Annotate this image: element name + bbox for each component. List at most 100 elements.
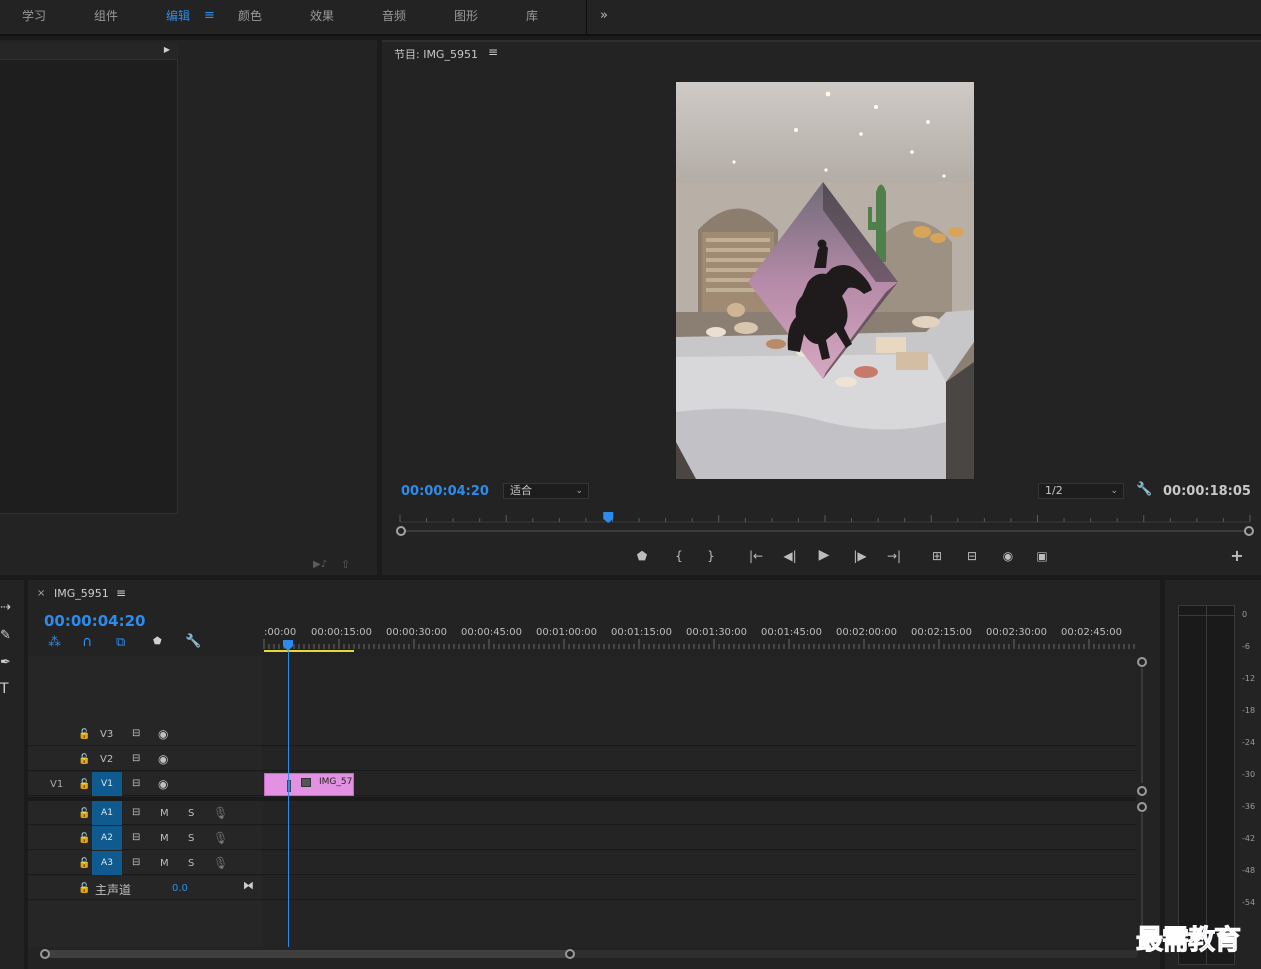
track-lane-v1[interactable] [262,772,1136,796]
mute-button[interactable]: M [160,808,169,819]
go-to-in-icon[interactable]: |← [747,547,765,565]
camera-icon[interactable]: ◉ [999,547,1017,565]
track-lane-v3[interactable] [262,722,1136,746]
track-name-a3[interactable]: A3 [92,851,122,875]
double-chevron-right-icon[interactable]: » [600,0,608,34]
horizontal-scrollbar-thumb[interactable] [46,950,572,958]
mute-button[interactable]: M [160,833,169,844]
microphone-icon[interactable]: 🎙 [213,856,228,870]
step-forward-icon[interactable]: |▶ [851,547,869,565]
video-scrollbar-track[interactable] [1141,668,1143,783]
comparison-view-icon[interactable]: ▣ [1033,547,1051,565]
workspace-tab-learn[interactable]: 学习 [22,0,46,34]
pen-tool-icon[interactable]: ✒ [0,655,11,670]
add-button-icon[interactable]: + [1228,547,1246,565]
lock-icon[interactable]: 🔓 [78,833,90,844]
add-marker-icon[interactable]: ⬟ [633,547,651,565]
extract-icon[interactable]: ⊟ [963,547,981,565]
workspace-tab-effects[interactable]: 效果 [310,0,334,34]
lock-icon[interactable]: 🔓 [78,883,90,894]
horizontal-scroll-left-handle[interactable] [40,949,50,959]
horizontal-scroll-right-handle[interactable] [565,949,575,959]
add-marker-icon[interactable]: ⬟ [153,636,162,647]
nest-toggle-icon[interactable]: ⁂ [48,635,61,650]
track-name-v3[interactable]: V3 [100,729,113,740]
sync-lock-icon[interactable]: ⊟ [132,857,140,868]
sync-lock-icon[interactable]: ⊟ [132,728,140,739]
export-icon[interactable]: ⇧ [341,558,350,571]
track-name-v2[interactable]: V2 [100,754,113,765]
program-monitor-title[interactable]: 节目: IMG_5951 [394,46,478,62]
audio-scroll-top-handle[interactable] [1137,802,1147,812]
timeline-playhead[interactable] [283,640,293,651]
hamburger-icon[interactable]: ≡ [116,586,126,600]
wrench-icon[interactable]: 🔧 [1136,482,1152,497]
track-name-a1[interactable]: A1 [92,801,122,825]
type-tool-icon[interactable]: T [0,681,9,697]
insert-icon[interactable]: ▶♪ [313,559,327,570]
workspace-tab-audio[interactable]: 音频 [382,0,406,34]
resolution-dropdown[interactable]: 1/2 ⌄ [1038,483,1124,499]
timeline-ruler[interactable]: :00:00 00:00:15:00 00:00:30:00 00:00:45:00 0… [262,622,1138,656]
lock-icon[interactable]: 🔓 [78,729,90,740]
wrench-icon[interactable]: 🔧 [185,634,201,649]
lock-icon[interactable]: 🔓 [78,808,90,819]
triangle-right-icon[interactable]: ▶ [164,45,170,54]
zoom-dropdown[interactable]: 适合 ⌄ [503,483,589,499]
master-volume-value[interactable]: 0.0 [172,883,188,894]
track-name-v1[interactable]: V1 [92,772,122,796]
eye-icon[interactable]: ◉ [158,777,168,791]
hamburger-icon[interactable]: ≡ [488,45,498,59]
lock-icon[interactable]: 🔓 [78,754,90,765]
solo-button[interactable]: S [188,858,194,869]
track-lane-a3[interactable] [262,851,1136,875]
go-to-out-icon[interactable]: →| [885,547,903,565]
lock-icon[interactable]: 🔓 [78,858,90,869]
go-to-in-out-icon[interactable]: ⧓ [243,879,254,892]
zoom-start-handle[interactable] [396,526,406,536]
track-select-tool-icon[interactable]: ⇢ [0,600,11,615]
workspace-tab-color[interactable]: 颜色 [238,0,262,34]
lock-icon[interactable]: 🔓 [78,779,90,790]
snap-magnet-icon[interactable]: ∩ [82,634,92,650]
source-patch-v1[interactable]: V1 [50,779,63,790]
zoom-end-handle[interactable] [1244,526,1254,536]
mark-in-icon[interactable]: { [670,547,688,565]
track-lane-a1[interactable] [262,801,1136,825]
sync-lock-icon[interactable]: ⊟ [132,753,140,764]
program-playhead[interactable] [603,512,614,523]
sync-lock-icon[interactable]: ⊟ [132,778,140,789]
linked-selection-icon[interactable]: ⧉ [116,635,125,650]
track-lane-master[interactable] [262,876,1136,900]
eye-icon[interactable]: ◉ [158,752,168,766]
video-scroll-top-handle[interactable] [1137,657,1147,667]
video-clip[interactable]: IMG_57 [264,773,354,796]
workspace-menu-icon[interactable]: ≡ [204,0,215,34]
mark-out-icon[interactable]: } [702,547,720,565]
solo-button[interactable]: S [188,833,194,844]
timeline-current-timecode[interactable]: 00:00:04:20 [44,612,146,630]
sync-lock-icon[interactable]: ⊟ [132,832,140,843]
track-lane-a2[interactable] [262,826,1136,850]
mute-button[interactable]: M [160,858,169,869]
workspace-tab-graphics[interactable]: 图形 [454,0,478,34]
razor-tool-icon[interactable]: ✎ [0,628,11,643]
microphone-icon[interactable]: 🎙 [213,806,228,820]
sync-lock-icon[interactable]: ⊟ [132,807,140,818]
play-icon[interactable]: ▶ [815,546,833,564]
lift-icon[interactable]: ⊞ [928,547,946,565]
program-current-timecode[interactable]: 00:00:04:20 [401,484,489,499]
workspace-tab-assembly[interactable]: 组件 [94,0,118,34]
microphone-icon[interactable]: 🎙 [213,831,228,845]
solo-button[interactable]: S [188,808,194,819]
eye-icon[interactable]: ◉ [158,727,168,741]
video-scroll-bottom-handle[interactable] [1137,786,1147,796]
workspace-tab-editing[interactable]: 编辑 [166,0,190,34]
sequence-tab[interactable]: IMG_5951 [54,587,109,600]
workspace-tab-libraries[interactable]: 库 [526,0,538,34]
step-back-icon[interactable]: ◀| [781,547,799,565]
track-name-a2[interactable]: A2 [92,826,122,850]
program-time-ruler[interactable] [394,510,1256,540]
close-icon[interactable]: × [37,588,45,599]
track-lane-v2[interactable] [262,747,1136,771]
